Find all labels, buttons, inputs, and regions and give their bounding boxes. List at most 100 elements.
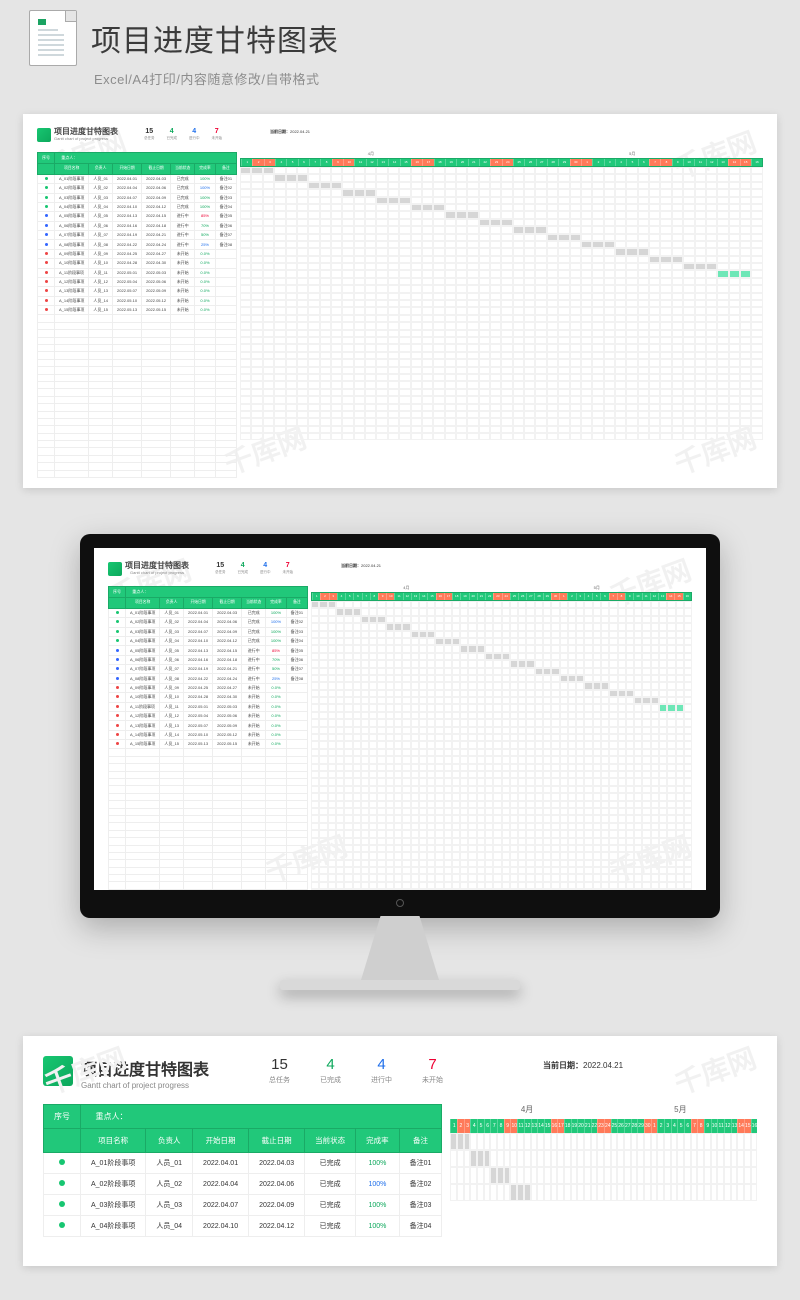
day-cell: 11 [717, 1119, 724, 1133]
gantt-cell [468, 668, 476, 675]
gantt-cell [626, 204, 637, 211]
gantt-cell [684, 653, 692, 660]
gantt-cell [319, 690, 327, 697]
gantt-cell [399, 189, 410, 196]
day-cell: 2 [592, 159, 603, 166]
gantt-cell [659, 660, 667, 667]
gantt-cell [604, 256, 615, 263]
gantt-cell [477, 608, 485, 615]
gantt-cell [660, 189, 671, 196]
table-header-row: 项目名称负责人开始日期截止日期当前状态完成率备注 [44, 1129, 442, 1153]
gantt-cell [510, 697, 518, 704]
gantt-cell [361, 697, 369, 704]
gantt-cell [649, 174, 660, 181]
gantt-cell [535, 638, 543, 645]
empty-row [38, 322, 237, 329]
gantt-cell [365, 219, 376, 226]
gantt-cell [660, 219, 671, 226]
day-cell: 8 [320, 159, 331, 166]
gantt-cell [467, 219, 478, 226]
gantt-cell [369, 616, 377, 623]
gantt-cell [369, 645, 377, 652]
gantt-cell [501, 248, 512, 255]
gantt-cell [651, 645, 659, 652]
gantt-cell [672, 197, 683, 204]
gantt-cell [601, 697, 609, 704]
gantt-cell [467, 197, 478, 204]
gantt-cell [427, 668, 435, 675]
gantt-cell [377, 616, 385, 623]
day-cell: 12 [403, 593, 411, 600]
day-cell: 14 [728, 159, 739, 166]
gantt-row [450, 1167, 757, 1184]
gantt-cell [751, 174, 762, 181]
gantt-cell [365, 167, 376, 174]
day-cell: 4 [275, 159, 286, 166]
gantt-cell [626, 241, 637, 248]
gantt-cell [386, 645, 394, 652]
gantt-cell [263, 197, 274, 204]
gantt-cell [342, 211, 353, 218]
gantt-cell [490, 204, 501, 211]
gantt-cell [490, 256, 501, 263]
gantt-cell [581, 270, 592, 277]
gantt-cell [502, 704, 510, 711]
status-dot-icon [45, 299, 48, 302]
gantt-cell [524, 270, 535, 277]
stat-item: 7未开始 [212, 128, 223, 141]
gantt-row [240, 270, 763, 277]
gantt-cell [626, 211, 637, 218]
gantt-cell [240, 211, 251, 218]
gantt-cell [535, 241, 546, 248]
gantt-cell [468, 660, 476, 667]
gantt-cell [467, 189, 478, 196]
gantt-cell [684, 608, 692, 615]
gantt-cell [581, 182, 592, 189]
gantt-cell [659, 697, 667, 704]
gantt-cell [493, 653, 501, 660]
gantt-cell [365, 174, 376, 181]
day-cell: 19 [571, 1119, 578, 1133]
gantt-cell [615, 182, 626, 189]
gantt-cell [467, 248, 478, 255]
gantt-cell [535, 226, 546, 233]
gantt-row [240, 352, 763, 359]
gantt-cell [365, 241, 376, 248]
day-cell: 14 [419, 593, 427, 600]
gantt-cell [676, 668, 684, 675]
day-cell: 8 [660, 159, 671, 166]
status-dot-icon [45, 224, 48, 227]
empty-row [38, 374, 237, 381]
gantt-cell [651, 660, 659, 667]
gantt-cell [433, 167, 444, 174]
gantt-cell [510, 675, 518, 682]
col-header: 负责人 [146, 1129, 193, 1153]
gantt-cell [286, 219, 297, 226]
gantt-cell [609, 601, 617, 608]
day-cell: 20 [469, 593, 477, 600]
gantt-row [311, 882, 692, 889]
gantt-cell [311, 668, 319, 675]
gantt-row [240, 167, 763, 174]
gantt-cell [513, 248, 524, 255]
gantt-cell [592, 167, 603, 174]
gantt-cell [543, 697, 551, 704]
gantt-cell [518, 645, 526, 652]
gantt-cell [460, 608, 468, 615]
gantt-cell [584, 623, 592, 630]
gantt-cell [740, 219, 751, 226]
gantt-cell [490, 189, 501, 196]
gantt-cell [376, 241, 387, 248]
gantt-cell [377, 675, 385, 682]
gantt-cell [560, 631, 568, 638]
gantt-cell [308, 211, 319, 218]
gantt-cell [695, 270, 706, 277]
gantt-cell [336, 668, 344, 675]
day-cell: 10 [386, 593, 394, 600]
gantt-cell [399, 211, 410, 218]
gantt-cell [394, 631, 402, 638]
day-cell: 10 [633, 593, 641, 600]
gantt-cell [751, 204, 762, 211]
gantt-cell [543, 668, 551, 675]
gantt-cell [584, 660, 592, 667]
